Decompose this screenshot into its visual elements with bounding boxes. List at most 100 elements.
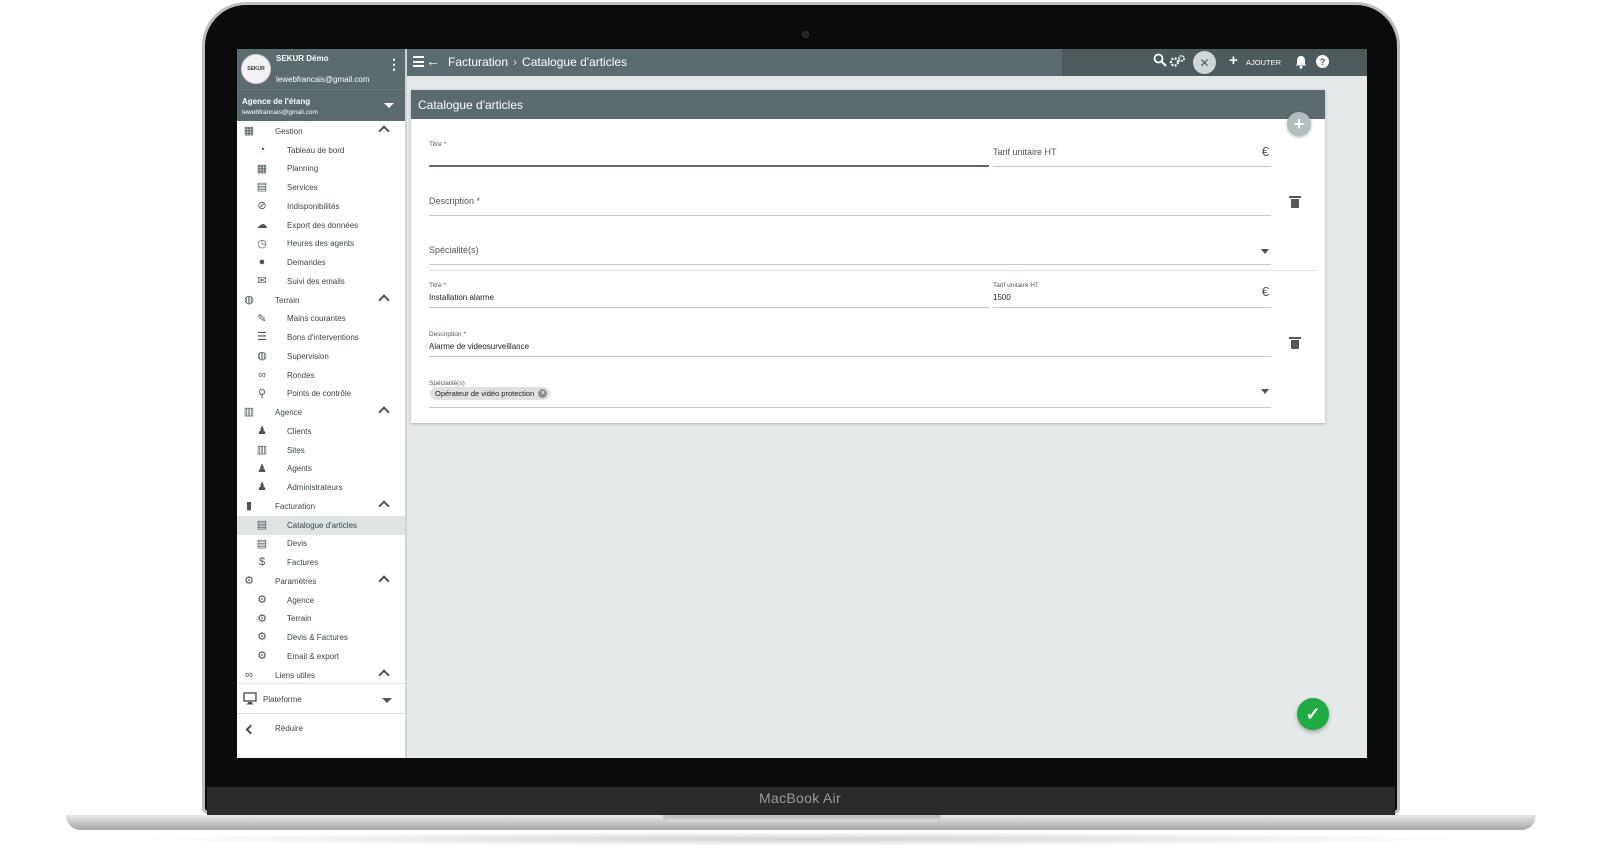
specialty-chip: Opérateur de vidéo protection ×	[430, 387, 551, 400]
save-button[interactable]: ✓	[1297, 698, 1329, 730]
help-icon[interactable]: ?	[1316, 55, 1329, 68]
sidebar-item[interactable]: $ Factures	[237, 553, 405, 572]
sidebar-item[interactable]: ♟ Clients	[237, 422, 405, 441]
more-vert-icon[interactable]: ⋮	[387, 57, 401, 71]
gear-icon: ⚙	[257, 593, 267, 606]
chevron-up-icon[interactable]	[378, 669, 390, 681]
sidebar-item[interactable]: ▤ Services	[237, 178, 405, 197]
sidebar-item[interactable]: ● Demandes	[237, 253, 405, 272]
sidebar-item-label: Devis & Factures	[287, 633, 348, 643]
sidebar-item[interactable]: ▥ Sites	[237, 441, 405, 460]
new-price-field[interactable]: Tarif unitaire HT €	[993, 138, 1271, 167]
breadcrumb-item-current: Catalogue d'articles	[522, 55, 628, 69]
arrow-left-icon[interactable]: ←	[426, 53, 440, 69]
agency-selector[interactable]: Agence de l'étang lewebfrancais@gmail.co…	[237, 89, 405, 121]
user-header: SEKUR SEKUR Démo lewebfrancais@gmail.com…	[237, 49, 405, 89]
sidebar-section-5[interactable]: ∞ Liens utiles	[237, 666, 405, 685]
reduce-sidebar-button[interactable]: Réduire	[237, 713, 405, 758]
field-label: Description *	[429, 331, 466, 338]
tools-icon[interactable]: ✕	[1193, 51, 1216, 74]
sidebar-item[interactable]: ♟ Administrateurs	[237, 478, 405, 497]
chevron-up-icon[interactable]	[378, 294, 390, 306]
user-name: SEKUR Démo	[276, 54, 329, 63]
chevron-right-icon: ›	[513, 55, 518, 69]
menu-icon[interactable]	[413, 56, 424, 70]
sidebar-item[interactable]: ∞ Rondes	[237, 366, 405, 385]
breadcrumb-item-facturation[interactable]: Facturation	[448, 55, 508, 69]
sidebar-item[interactable]: ⚙ Terrain	[237, 610, 405, 629]
sidebar-item-label: Agents	[287, 464, 312, 474]
chevron-up-icon[interactable]	[378, 575, 390, 587]
sidebar-section-4[interactable]: ⚙ Paramètres	[237, 572, 405, 591]
sidebar-item[interactable]: ✉ Suivi des emails	[237, 272, 405, 291]
chevron-up-icon[interactable]	[378, 406, 390, 418]
sidebar-item[interactable]: ♟ Agents	[237, 460, 405, 479]
user-slash-icon: ⊘	[257, 200, 267, 212]
new-description-field[interactable]: Description *	[429, 188, 1271, 216]
delete-item-button[interactable]	[1289, 337, 1301, 349]
euro-icon: €	[1261, 144, 1269, 159]
euro-icon: €	[1261, 284, 1269, 299]
sidebar-section-2[interactable]: ▥ Agence	[237, 403, 405, 422]
add-article-button[interactable]: +	[1287, 112, 1311, 136]
chip-remove-icon[interactable]: ×	[538, 389, 548, 398]
plus-icon[interactable]: +	[1229, 53, 1238, 68]
sidebar-item[interactable]: ⚲ Points de contrôle	[237, 385, 405, 404]
bell-icon[interactable]	[1295, 55, 1307, 71]
sidebar-item-label: Heures des agents	[287, 239, 355, 249]
field-value: Installation alarme	[429, 293, 494, 302]
field-label: Spécialité(s)	[429, 380, 465, 387]
sidebar-item-label: Mains courantes	[287, 314, 346, 324]
add-button[interactable]: AJOUTER	[1246, 58, 1281, 67]
sidebar-item[interactable]: ◷ Heures des agents	[237, 235, 405, 254]
sidebar-section-label: Paramètres	[275, 576, 317, 586]
new-title-field[interactable]: Titre *	[429, 138, 989, 167]
sidebar-item[interactable]: ▤ Catalogue d'articles	[237, 515, 405, 535]
file-invoice-dollar-icon: $	[258, 556, 266, 569]
avatar[interactable]: SEKUR	[241, 54, 271, 84]
sidebar-section-3[interactable]: ▮ Facturation	[237, 497, 405, 516]
item-description-field[interactable]: Description * Alarme de videosurveillanc…	[429, 328, 1271, 357]
item-price-field[interactable]: Tarif unitaire HT 1500 €	[993, 279, 1271, 308]
sidebar-item[interactable]: ⊘ Indisponibilités	[237, 197, 405, 216]
cogs-icon[interactable]	[1169, 54, 1186, 70]
sidebar-item[interactable]: ✎ Mains courantes	[237, 310, 405, 329]
sidebar-item[interactable]: ⚙ Email & export	[237, 647, 405, 666]
agency-name: Agence de l'étang	[242, 97, 311, 106]
chevron-up-icon[interactable]	[378, 125, 390, 137]
sidebar-item[interactable]: ▤ Devis	[237, 535, 405, 554]
sidebar-item[interactable]: ⚙ Agence	[237, 591, 405, 610]
new-specialty-select[interactable]: Spécialité(s)	[429, 237, 1271, 265]
caret-down-icon	[1261, 389, 1269, 394]
sidebar-item-label: Factures	[287, 558, 319, 568]
sidebar-section-1[interactable]: ◍ Terrain	[237, 291, 405, 310]
sidebar-menu: ▦ Gestion ◔ Tableau de bord ▦ Planning ▤ Servic…	[237, 122, 405, 685]
sidebar-item[interactable]: ☁ Export des données	[237, 216, 405, 235]
chevron-up-icon[interactable]	[378, 500, 390, 512]
trash-icon	[1289, 337, 1301, 339]
search-icon[interactable]	[1153, 53, 1167, 69]
sidebar-section-label: Liens utiles	[275, 670, 316, 680]
sidebar-item[interactable]: ☰ Bons d'interventions	[237, 328, 405, 347]
field-placeholder: Spécialité(s)	[429, 245, 479, 255]
platform-selector[interactable]: Plateforme	[237, 683, 405, 713]
sidebar-item[interactable]: ◍ Supervision	[237, 347, 405, 366]
item-title-field[interactable]: Titre * Installation alarme	[429, 279, 989, 308]
sidebar-item-label: Indisponibilités	[287, 201, 340, 211]
item-specialty-select[interactable]: Spécialité(s) Opérateur de vidéo protect…	[429, 377, 1271, 408]
chevron-left-icon	[245, 724, 256, 735]
gear-icon: ⚙	[257, 650, 267, 662]
card-header: Catalogue d'articles	[411, 90, 1325, 119]
sidebar-item-label: Planning	[287, 164, 319, 174]
sidebar-section-label: Facturation	[275, 501, 316, 511]
sidebar-item-label: Tableau de bord	[287, 145, 345, 155]
delete-new-item-button[interactable]	[1289, 196, 1301, 208]
sidebar-item[interactable]: ▦ Planning	[237, 160, 405, 179]
compass-icon: ◍	[244, 293, 254, 306]
gear-icon: ⚙	[257, 631, 267, 644]
sidebar-item[interactable]: ◔ Tableau de bord	[237, 141, 405, 160]
field-placeholder: Tarif unitaire HT	[993, 147, 1057, 157]
sidebar-item[interactable]: ⚙ Devis & Factures	[237, 628, 405, 647]
sidebar-section-0[interactable]: ▦ Gestion	[237, 122, 405, 141]
sidebar-section-label: Agence	[275, 408, 303, 418]
